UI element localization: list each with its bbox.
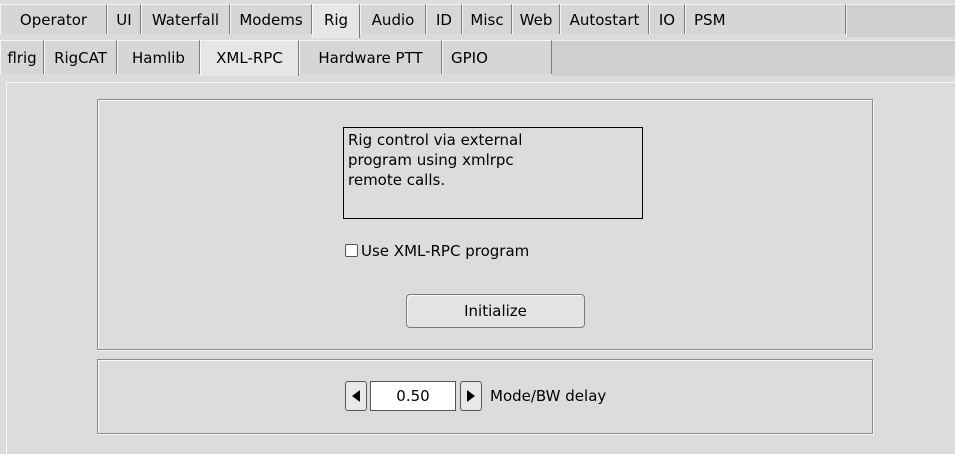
tab-autostart[interactable]: Autostart [560, 4, 649, 34]
tab-id[interactable]: ID [426, 4, 462, 34]
tab-xml-rpc[interactable]: XML-RPC [200, 40, 299, 76]
delay-increment-button[interactable] [460, 381, 482, 411]
description-line: Rig control via external [348, 131, 523, 149]
description-line: program using xmlrpc [348, 151, 514, 169]
tab-audio[interactable]: Audio [360, 4, 426, 34]
description-line: remote calls. [348, 171, 446, 189]
tab-operator[interactable]: Operator [0, 4, 107, 34]
triangle-right-icon [467, 390, 475, 402]
tab-hardware-ptt[interactable]: Hardware PTT [299, 40, 442, 74]
mode-bw-delay-value[interactable]: 0.50 [370, 381, 456, 411]
main-tab-bar: Operator UI Waterfall Modems Rig Audio I… [0, 4, 955, 40]
tab-web[interactable]: Web [512, 4, 560, 34]
tab-bar-filler [846, 4, 955, 37]
tab-ui[interactable]: UI [107, 4, 141, 34]
tab-modems[interactable]: Modems [230, 4, 312, 34]
tab-misc[interactable]: Misc [462, 4, 512, 34]
triangle-left-icon [352, 390, 360, 402]
tab-psm[interactable]: PSM [685, 4, 846, 34]
use-xml-rpc-checkbox-row[interactable]: Use XML-RPC program [345, 240, 529, 262]
xml-rpc-description: Rig control via external program using x… [343, 127, 643, 219]
mode-bw-delay-label: Mode/BW delay [490, 387, 607, 405]
tab-rigcat[interactable]: RigCAT [44, 40, 117, 74]
tab-flrig[interactable]: flrig [0, 40, 44, 74]
tab-waterfall[interactable]: Waterfall [141, 4, 230, 34]
sub-tab-bar-filler [552, 40, 955, 76]
mode-bw-delay-group [97, 359, 873, 434]
initialize-button[interactable]: Initialize [406, 294, 585, 328]
delay-decrement-button[interactable] [345, 381, 367, 411]
use-xml-rpc-label: Use XML-RPC program [361, 242, 530, 260]
tab-io[interactable]: IO [649, 4, 685, 34]
use-xml-rpc-checkbox[interactable] [345, 244, 358, 257]
tab-rig[interactable]: Rig [312, 4, 360, 38]
tab-gpio[interactable]: GPIO [442, 40, 552, 74]
rig-sub-tab-bar: flrig RigCAT Hamlib XML-RPC Hardware PTT… [0, 40, 955, 80]
tab-hamlib[interactable]: Hamlib [117, 40, 200, 74]
